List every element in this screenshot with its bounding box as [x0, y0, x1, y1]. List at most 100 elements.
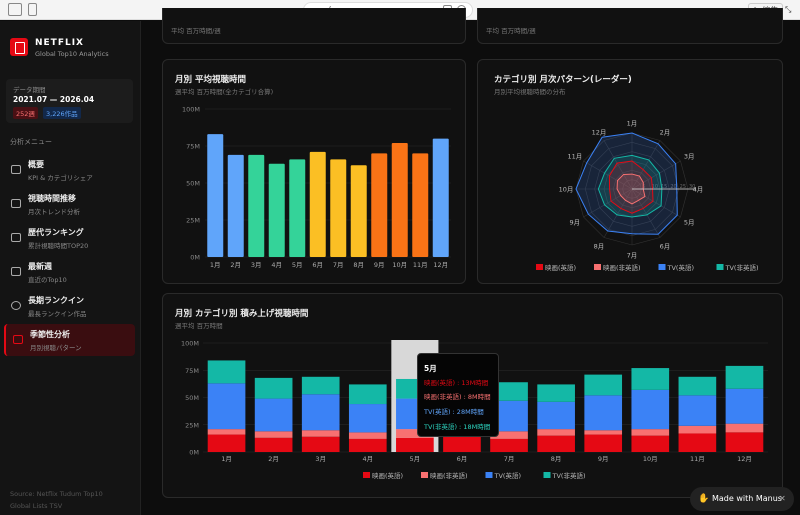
- y-tick-label: 100M: [182, 106, 200, 114]
- stacked-segment: [348, 432, 387, 439]
- radar-axis-label: 4月: [693, 186, 704, 194]
- bar: [350, 165, 367, 257]
- menu-item-title: 季節性分析: [30, 330, 70, 339]
- y-tick-label: 75M: [185, 367, 199, 375]
- radar-axis-label: 9月: [570, 219, 581, 227]
- stacked-segment: [725, 423, 764, 433]
- source-footer: Source: Netflix Tudum Top10 Global Lists…: [10, 488, 103, 512]
- x-tick-label: 12月: [737, 455, 752, 463]
- kpi-card-right: 平均 百万時間/週: [477, 8, 783, 44]
- sidebar: NETFLIX Global Top10 Analytics データ期間 202…: [0, 21, 141, 515]
- tooltip-line: 映画(非英語) : 8M時間: [424, 393, 491, 401]
- y-tick-label: 50M: [185, 394, 199, 402]
- titles-badge: 3,226作品: [43, 107, 81, 119]
- desktop-view-icon[interactable]: [8, 3, 22, 16]
- x-tick-label: 5月: [292, 261, 303, 269]
- radar-axis-label: 12月: [592, 128, 607, 136]
- radar-axis-label: 3月: [684, 153, 695, 161]
- calendar-icon: [11, 267, 21, 276]
- data-period-panel: データ期間 2021.07 — 2026.04 252週 3,226作品: [6, 79, 133, 123]
- radar-axis-label: 6月: [660, 243, 671, 251]
- x-tick-label: 11月: [690, 455, 705, 463]
- manus-icon: ✋: [698, 494, 710, 504]
- menu-item-trend[interactable]: 視聴時間推移 月次トレンド分析: [4, 188, 135, 220]
- bar: [371, 153, 388, 257]
- period-label: データ期間: [13, 86, 46, 94]
- bar: [432, 138, 449, 257]
- menu-item-overview[interactable]: 概要 KPI & カテゴリシェア: [4, 154, 135, 186]
- stacked-segment: [254, 377, 293, 399]
- menu-item-title: 最新週: [28, 262, 52, 271]
- bar: [391, 143, 408, 257]
- footer-line: Global Lists TSV: [10, 502, 63, 510]
- radar-axis-label: 7月: [627, 252, 638, 260]
- x-tick-label: 10月: [392, 261, 407, 269]
- legend-label: 映画(非英語): [430, 471, 468, 480]
- brand-subtitle: Global Top10 Analytics: [35, 50, 109, 58]
- mobile-view-icon[interactable]: [28, 3, 37, 16]
- stacked-segment: [207, 383, 246, 430]
- stacked-segment: [631, 389, 670, 430]
- made-with-manus-badge[interactable]: ✋ Made with Manus ✕: [690, 487, 794, 511]
- bar: [412, 153, 429, 257]
- close-icon[interactable]: ✕: [779, 487, 786, 511]
- stacked-segment: [443, 436, 481, 452]
- menu-item-sub: 月次トレンド分析: [28, 208, 80, 216]
- menu-item-title: 視聴時間推移: [28, 194, 76, 203]
- tooltip-line: TV(英語) : 28M時間: [424, 408, 484, 416]
- x-tick-label: 3月: [315, 455, 326, 463]
- x-tick-label: 11月: [413, 261, 428, 269]
- legend-swatch: [658, 264, 666, 270]
- y-tick-label: 0M: [190, 254, 200, 262]
- tooltip-line: 映画(英語) : 13M時間: [424, 379, 489, 387]
- y-tick-label: 100M: [181, 340, 199, 348]
- stacked-segment: [678, 395, 717, 426]
- radar-chart: 5 10 15 20 25 301月2月3月4月5月6月7月8月9月10月11月12月映画…: [536, 120, 759, 272]
- stacked-segment: [631, 429, 670, 436]
- stacked-segment: [348, 384, 387, 405]
- trend-icon: [11, 199, 21, 208]
- trophy-icon: [11, 233, 21, 242]
- radar-axis-label: 8月: [594, 243, 605, 251]
- stacked-segment: [678, 433, 717, 452]
- menu-item-latest-week[interactable]: 最新週 直近のTop10: [4, 256, 135, 288]
- radar-axis-label: 2月: [660, 128, 671, 136]
- bar: [207, 134, 224, 257]
- bar: [330, 159, 347, 257]
- card-subtitle: 平均 百万時間/週: [171, 27, 221, 35]
- radar-axis-label: 11月: [567, 153, 582, 161]
- stacked-segment: [584, 374, 623, 396]
- stacked-segment: [631, 368, 670, 390]
- monthly-average-chart: 0M 25M 50M 75M 100M 1月 2月 3月 4月 5月 6月 7月 8月 9月 10月 11月 1…: [182, 106, 451, 269]
- menu-item-title: 概要: [28, 160, 44, 169]
- stacked-segment: [301, 376, 340, 395]
- y-tick-label: 25M: [185, 421, 199, 429]
- menu-item-seasonality[interactable]: 季節性分析 月別視聴パターン: [4, 324, 135, 356]
- netflix-logo-icon: [10, 38, 28, 56]
- stacked-segment: [348, 404, 387, 433]
- brand-name: NETFLIX: [35, 38, 84, 48]
- legend-swatch: [485, 472, 493, 478]
- stacked-segment: [584, 395, 623, 431]
- y-tick-label: 50M: [186, 180, 200, 188]
- kpi-card-left: 平均 百万時間/週: [162, 8, 466, 44]
- menu-item-sub: 直近のTop10: [28, 276, 67, 284]
- legend-swatch: [594, 264, 601, 270]
- stacked-segment: [725, 432, 764, 452]
- menu-item-long-run[interactable]: 長期ランクイン 最長ランクイン作品: [4, 290, 135, 322]
- legend-label: 映画(英語): [545, 263, 576, 272]
- stacked-segment: [301, 430, 340, 437]
- stacked-segment: [301, 436, 340, 452]
- x-tick-label: 6月: [312, 261, 323, 269]
- legend-swatch: [363, 472, 370, 478]
- x-tick-label: 8月: [353, 261, 364, 269]
- bar: [289, 159, 306, 257]
- clock-icon: [11, 301, 21, 310]
- collapse-icon[interactable]: ⤡: [785, 2, 791, 18]
- menu-item-ranking[interactable]: 歴代ランキング 累計視聴時間TOP20: [4, 222, 135, 254]
- stacked-segment: [584, 434, 623, 452]
- menu-item-sub: 月別視聴パターン: [30, 344, 82, 352]
- stacked-segment: [396, 437, 434, 452]
- menu-item-sub: 最長ランクイン作品: [28, 310, 87, 318]
- stacked-segment: [631, 435, 670, 452]
